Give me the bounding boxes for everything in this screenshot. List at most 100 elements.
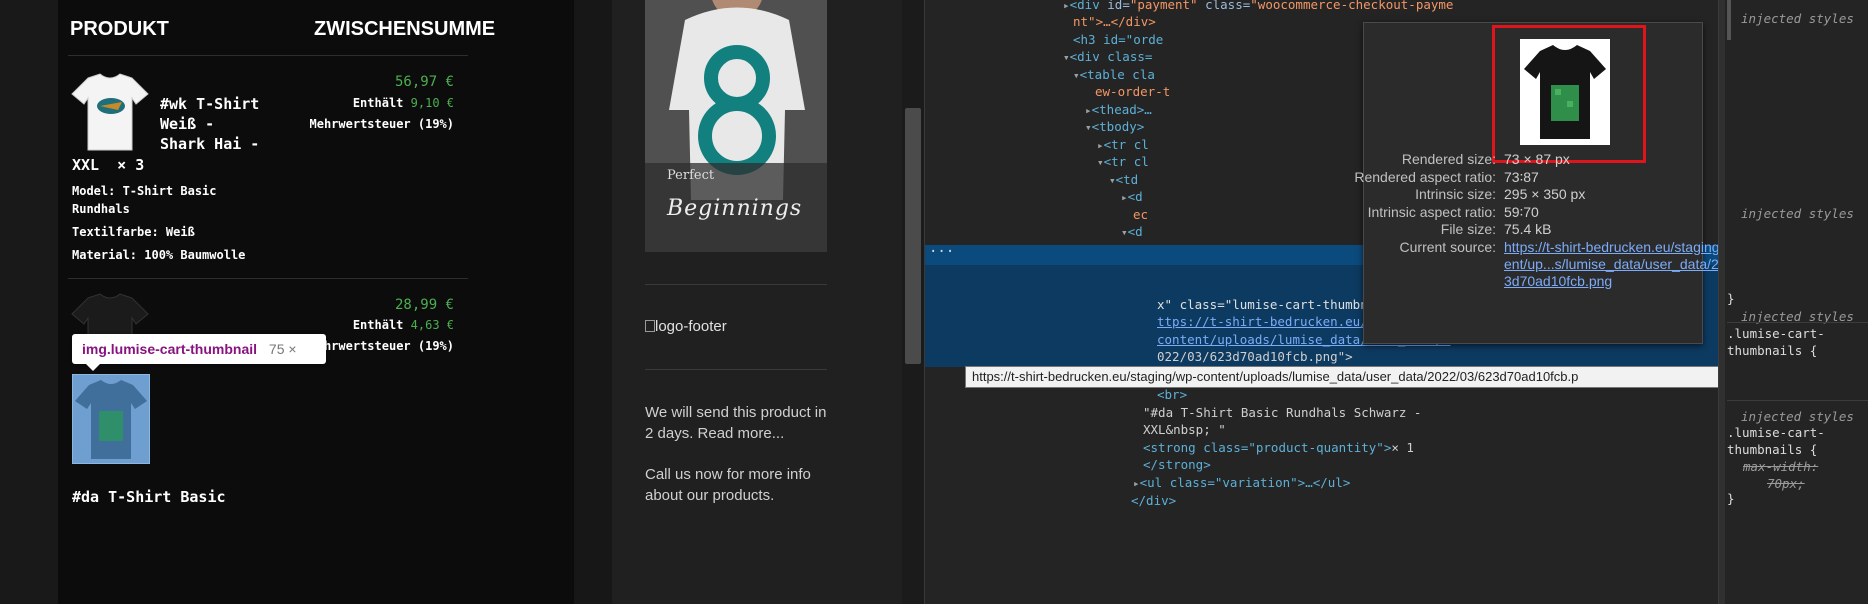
rule-divider — [1727, 400, 1868, 401]
devtools-elements-panel: ··· ▸<div id="payment" class="woocommerc… — [924, 0, 1781, 604]
item1-name-line: #wk T-Shirt — [160, 95, 260, 113]
css-selector[interactable]: .lumise-cart- — [1727, 325, 1825, 342]
intrinsic-ratio-label: Intrinsic aspect ratio: — [1367, 204, 1496, 220]
item-divider — [68, 278, 468, 279]
item1-model-cont: Rundhals — [72, 202, 130, 216]
tooltip-arrow — [86, 364, 100, 371]
promo-banner[interactable]: Perfect Beginnings — [645, 0, 827, 252]
dom-tag: <thead>… — [1091, 102, 1152, 117]
item1-price: 56,97 € — [394, 74, 454, 90]
dom-tag: <tr cl — [1103, 154, 1149, 169]
expand-triangle-icon[interactable]: ▾ — [1073, 69, 1080, 82]
dom-line[interactable]: </strong> — [1143, 456, 1211, 474]
expand-triangle-icon[interactable]: ▾ — [1085, 121, 1092, 134]
collapse-triangle-icon[interactable]: ▸ — [1063, 0, 1070, 12]
highlighted-cart-thumbnail[interactable] — [72, 374, 150, 464]
rendered-size: 73 × 87 px — [1504, 151, 1570, 167]
rendered-size-label: Rendered size: — [1401, 151, 1496, 167]
dom-line[interactable]: ▾<div class= — [1063, 48, 1152, 67]
intrinsic-ratio: 59∶70 — [1504, 204, 1539, 220]
dom-line[interactable]: <h3 id="orde — [1073, 31, 1163, 49]
expand-triangle-icon[interactable]: ▾ — [1109, 174, 1116, 187]
collapse-triangle-icon[interactable]: ▸ — [1121, 191, 1128, 204]
dom-line[interactable]: nt">…</div> — [1073, 13, 1156, 31]
item1-tax-label: Mehrwertsteuer (19%) — [309, 117, 455, 131]
file-size-label: File size: — [1440, 221, 1496, 237]
dom-tag: <tbody> — [1091, 119, 1145, 134]
item2-tax: Enthält 4,63 € — [308, 318, 454, 332]
widget-divider — [645, 284, 827, 285]
item1-name-line: Weiß - — [160, 115, 215, 133]
img-src-link[interactable]: 022/03/623d70ad10fcb.png"> — [1157, 348, 1353, 366]
expand-triangle-icon[interactable]: ▾ — [1121, 226, 1128, 239]
dom-line[interactable]: ▸<tr cl — [1097, 136, 1149, 155]
banner-line2: Beginnings — [667, 196, 803, 221]
dom-attr: class= — [1205, 0, 1251, 12]
expand-triangle-icon[interactable]: ▾ — [1063, 51, 1070, 64]
dom-tag: <div — [1069, 0, 1100, 12]
styles-scrollbar-thumb[interactable] — [1727, 0, 1731, 40]
dom-line[interactable]: ▾<tbody> — [1085, 118, 1144, 137]
banner-line1: Perfect — [667, 168, 715, 183]
white-tshirt-thumbnail[interactable] — [70, 72, 150, 152]
css-value-struck[interactable]: 70px; — [1767, 475, 1805, 492]
dom-line[interactable]: ▸<d — [1121, 188, 1143, 207]
css-brace: } — [1727, 291, 1735, 306]
dom-line[interactable]: ▾<table cla — [1073, 66, 1155, 85]
item1-tax: Enthält 9,10 € — [308, 96, 454, 110]
tax-prefix: Enthält — [352, 96, 404, 110]
sidebar-widgets: Perfect Beginnings logo-footer We will s… — [612, 0, 912, 604]
rule-divider — [1727, 322, 1868, 323]
tooltip-selector: img.lumise-cart-thumbnail — [82, 341, 258, 357]
dom-tag: <div class= — [1069, 49, 1153, 64]
css-selector[interactable]: thumbnails { — [1727, 441, 1817, 458]
tax-value: 9,10 € — [410, 96, 454, 110]
contact-info-text: Call us now for more info about our prod… — [645, 466, 811, 504]
dom-line[interactable]: ew-order-t — [1095, 83, 1170, 101]
shipping-info-text: We will send this product in 2 days. Rea… — [645, 404, 827, 442]
dom-tag: <d — [1127, 189, 1143, 204]
dom-tag: <tr cl — [1103, 137, 1149, 152]
broken-image-icon — [645, 320, 655, 332]
intrinsic-size-label: Intrinsic size: — [1415, 186, 1496, 202]
inspect-element-tooltip: img.lumise-cart-thumbnail 75 × 88.6 — [72, 334, 326, 387]
injected-styles-label: injected styles — [1741, 11, 1854, 26]
column-gap — [574, 0, 612, 604]
more-options-dots[interactable]: ··· — [929, 244, 954, 262]
dom-tag: <table cla — [1079, 67, 1155, 82]
left-page-margin — [0, 0, 58, 604]
url-hover-tooltip: https://t-shirt-bedrucken.eu/staging/wp-… — [965, 366, 1725, 388]
item1-name-line: Shark Hai - — [160, 135, 260, 153]
page-scrollbar-thumb[interactable] — [905, 108, 921, 364]
dom-val: "woocommerce-checkout-payme — [1250, 0, 1454, 12]
dom-line[interactable]: ▾<d — [1121, 223, 1143, 242]
dom-line[interactable]: ▸<thead>… — [1085, 101, 1152, 120]
dom-line[interactable]: ec — [1133, 206, 1148, 224]
dom-line[interactable]: <strong class="product-quantity">× 1 — [1143, 439, 1414, 457]
image-preview — [1520, 39, 1610, 145]
collapse-triangle-icon[interactable]: ▸ — [1097, 139, 1104, 152]
collapse-triangle-icon[interactable]: ▸ — [1085, 104, 1092, 117]
item1-model: Model: T-Shirt Basic — [72, 184, 217, 198]
dom-line[interactable]: ▾<td — [1109, 171, 1138, 190]
styles-pane-splitter[interactable] — [1719, 0, 1725, 604]
item1-quantity: × 3 — [117, 156, 145, 174]
dom-tag: <d — [1127, 224, 1143, 239]
item1-meta: Model: T-Shirt Basic Rundhals Textilfarb… — [72, 182, 245, 264]
css-selector[interactable]: .lumise-cart- — [1727, 424, 1825, 441]
dom-text-node[interactable]: "#da T-Shirt Basic Rundhals Schwarz - — [1143, 404, 1421, 422]
css-property-struck[interactable]: max-width: — [1743, 458, 1818, 475]
collapse-triangle-icon[interactable]: ▸ — [1133, 477, 1140, 490]
tax-prefix: Enthält — [352, 318, 404, 332]
dom-text-node[interactable]: XXL&nbsp; " — [1143, 421, 1226, 439]
dom-line[interactable]: ▾<tr cl — [1097, 153, 1149, 172]
dom-line[interactable]: <br> — [1157, 386, 1187, 404]
dom-line[interactable]: ▸<ul class="variation">…</ul> — [1133, 474, 1350, 493]
styles-pane: injected styles injected styles injected… — [1718, 0, 1868, 604]
item1-color: Textilfarbe: Weiß — [72, 225, 195, 239]
dom-line[interactable]: </div> — [1131, 492, 1176, 510]
dom-text: × 1 — [1391, 440, 1414, 455]
expand-triangle-icon[interactable]: ▾ — [1097, 156, 1104, 169]
css-selector[interactable]: thumbnails { — [1727, 342, 1817, 359]
image-preview-popover: Rendered size: 73 × 87 px Rendered aspec… — [1354, 22, 1781, 344]
